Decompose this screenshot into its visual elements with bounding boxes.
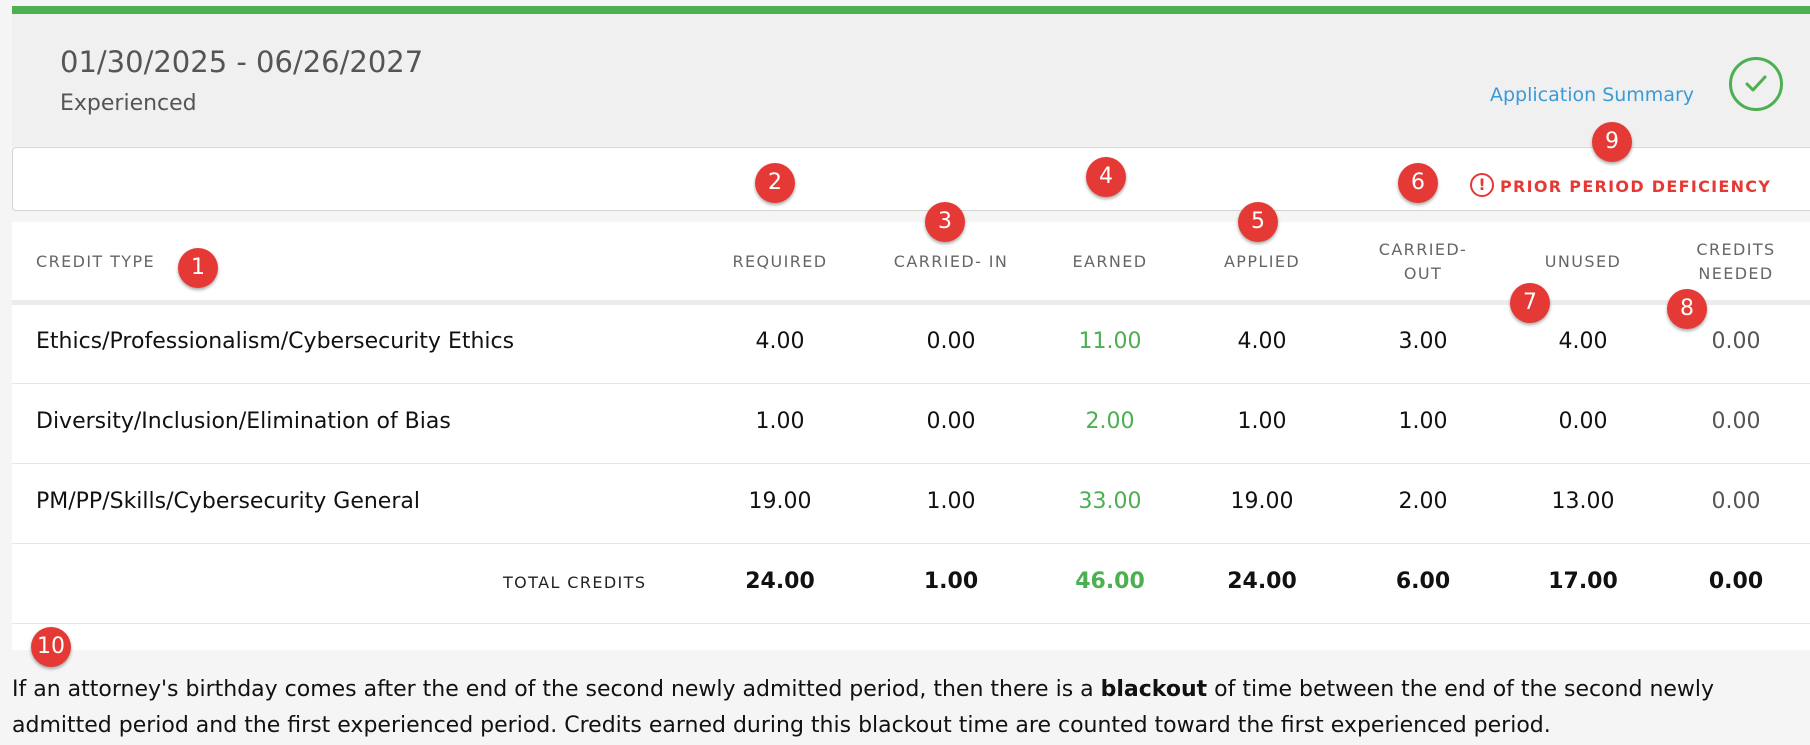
application-summary-link[interactable]: Application Summary xyxy=(1490,84,1694,106)
row-unused: 13.00 xyxy=(1551,489,1615,514)
row-required: 1.00 xyxy=(755,409,805,434)
column-header-applied: APPLIED xyxy=(1223,252,1301,271)
row-credit-type: Diversity/Inclusion/Elimination of Bias xyxy=(36,409,451,434)
row-divider xyxy=(12,463,1810,464)
header-accent-bar xyxy=(12,6,1810,14)
row-credits-needed: 0.00 xyxy=(1711,489,1761,514)
total-required: 24.00 xyxy=(745,569,815,594)
check-circle-icon xyxy=(1729,57,1783,111)
annotation-badge-9: 9 xyxy=(1592,122,1632,162)
total-unused: 17.00 xyxy=(1548,569,1618,594)
row-credits-needed: 0.00 xyxy=(1711,329,1761,354)
row-earned: 2.00 xyxy=(1085,409,1135,434)
total-credits-label: TOTAL CREDITS xyxy=(503,573,647,592)
column-header-carried-in: CARRIED- IN xyxy=(893,252,1009,271)
column-header-credit-type: CREDIT TYPE xyxy=(36,252,156,271)
annotation-badge-7: 7 xyxy=(1510,283,1550,323)
row-carried-in: 1.00 xyxy=(926,489,976,514)
total-carried-out: 6.00 xyxy=(1395,569,1451,594)
note-text-part1: If an attorney's birthday comes after th… xyxy=(12,677,1101,702)
row-carried-out: 3.00 xyxy=(1398,329,1448,354)
column-header-required: REQUIRED xyxy=(732,252,828,271)
row-earned: 33.00 xyxy=(1078,489,1142,514)
exclamation-circle-icon: ! xyxy=(1470,173,1494,197)
row-carried-out: 2.00 xyxy=(1398,489,1448,514)
row-applied: 4.00 xyxy=(1237,329,1287,354)
row-applied: 1.00 xyxy=(1237,409,1287,434)
row-divider xyxy=(12,623,1810,624)
period-status: Experienced xyxy=(60,91,197,116)
column-header-unused: UNUSED xyxy=(1544,252,1622,271)
row-credit-type: PM/PP/Skills/Cybersecurity General xyxy=(36,489,420,514)
row-credits-needed: 0.00 xyxy=(1711,409,1761,434)
annotation-badge-2: 2 xyxy=(755,163,795,203)
row-required: 4.00 xyxy=(755,329,805,354)
row-applied: 19.00 xyxy=(1230,489,1294,514)
column-header-credits-needed-line2: NEEDED xyxy=(1698,264,1774,283)
annotation-badge-4: 4 xyxy=(1086,157,1126,197)
row-required: 19.00 xyxy=(748,489,812,514)
period-header xyxy=(12,14,1810,146)
column-header-earned: EARNED xyxy=(1072,252,1148,271)
total-earned: 46.00 xyxy=(1075,569,1145,594)
column-header-credits-needed-line1: CREDITS xyxy=(1696,240,1776,259)
column-header-credits-needed: CREDITS NEEDED xyxy=(1696,238,1775,286)
blackout-note: If an attorney's birthday comes after th… xyxy=(12,672,1802,744)
row-carried-out: 1.00 xyxy=(1398,409,1448,434)
row-unused: 0.00 xyxy=(1558,409,1608,434)
annotation-badge-8: 8 xyxy=(1667,289,1707,329)
period-dates: 01/30/2025 - 06/26/2027 xyxy=(60,45,424,79)
row-divider xyxy=(12,543,1810,544)
annotation-badge-3: 3 xyxy=(925,202,965,242)
row-carried-in: 0.00 xyxy=(926,409,976,434)
annotation-badge-10: 10 xyxy=(31,627,71,667)
total-credits-needed: 0.00 xyxy=(1708,569,1764,594)
row-unused: 4.00 xyxy=(1558,329,1608,354)
row-carried-in: 0.00 xyxy=(926,329,976,354)
column-header-carried-out: CARRIED- OUT xyxy=(1379,238,1467,286)
total-carried-in: 1.00 xyxy=(923,569,979,594)
row-divider xyxy=(12,383,1810,384)
note-bold-blackout: blackout xyxy=(1100,677,1208,702)
column-header-carried-out-line1: CARRIED- xyxy=(1378,240,1468,259)
row-earned: 11.00 xyxy=(1078,329,1142,354)
total-applied: 24.00 xyxy=(1227,569,1297,594)
annotation-badge-5: 5 xyxy=(1238,202,1278,242)
prior-period-deficiency-label: PRIOR PERIOD DEFICIENCY xyxy=(1500,177,1772,196)
column-header-carried-out-line2: OUT xyxy=(1403,264,1443,283)
annotation-badge-1: 1 xyxy=(178,248,218,288)
row-credit-type: Ethics/Professionalism/Cybersecurity Eth… xyxy=(36,329,515,354)
annotation-badge-6: 6 xyxy=(1398,163,1438,203)
